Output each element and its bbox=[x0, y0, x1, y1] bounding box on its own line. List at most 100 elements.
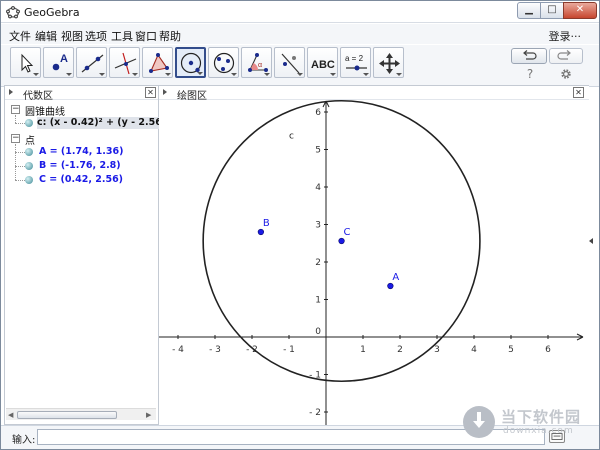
menu-bar: 文件 编辑 视图 选项 工具 窗口 帮助 登录··· bbox=[1, 24, 599, 44]
tool-slider[interactable]: a = 2 bbox=[340, 47, 371, 78]
tree-line bbox=[15, 180, 25, 181]
tool-circle-three-points[interactable] bbox=[208, 47, 239, 78]
tool-text-label: ABC bbox=[311, 59, 335, 71]
menu-file[interactable]: 文件 bbox=[9, 28, 31, 44]
tool-move-graphics-view[interactable] bbox=[373, 47, 404, 78]
tree-line bbox=[15, 115, 16, 123]
x-tick-label: 1 bbox=[360, 345, 366, 355]
gear-icon[interactable] bbox=[559, 67, 573, 81]
tool-move[interactable] bbox=[10, 47, 41, 78]
login-link[interactable]: 登录··· bbox=[549, 28, 582, 44]
y-tick-label: 1 bbox=[315, 296, 321, 306]
x-tick-label: - 1 bbox=[283, 345, 295, 355]
tool-reflect[interactable] bbox=[274, 47, 305, 78]
toolbar: A α ABC a = 2 ? bbox=[1, 45, 599, 87]
point-a-definition[interactable]: A = (1.74, 1.36) bbox=[39, 146, 123, 157]
point-b[interactable] bbox=[257, 228, 264, 236]
scroll-left-icon[interactable]: ◀ bbox=[8, 411, 13, 419]
point-a[interactable] bbox=[387, 282, 394, 290]
point-c-definition[interactable]: C = (0.42, 2.56) bbox=[39, 174, 123, 185]
tree-line bbox=[15, 123, 25, 124]
title-bar: GeoGebra ▁ □ ✕ bbox=[1, 1, 599, 23]
svg-text:α: α bbox=[258, 62, 262, 69]
points-group-label: 点 bbox=[25, 136, 35, 147]
point-b-definition[interactable]: B = (-1.76, 2.8) bbox=[39, 160, 121, 171]
algebra-view-title: 代数区 bbox=[23, 91, 53, 102]
watermark: 当下软件园 downxia.com bbox=[461, 404, 586, 444]
tool-circle-center-point[interactable] bbox=[175, 47, 206, 78]
watermark-domain: downxia.com bbox=[503, 426, 574, 436]
algebra-view: 代数区 ✕ − 圆锥曲线 c: (x - 0.42)² + (y - 2.56)… bbox=[4, 85, 159, 425]
scroll-right-icon[interactable]: ▶ bbox=[146, 411, 151, 419]
menu-tools[interactable]: 工具 bbox=[111, 28, 133, 44]
coordinate-plane[interactable]: - 4- 3- 2- 1 1 2 3 4 5 6654321- 1- 20 c ABC bbox=[159, 86, 589, 425]
input-label: 输入: bbox=[12, 435, 36, 446]
y-tick-label: 5 bbox=[315, 146, 321, 156]
graphics-view[interactable]: 绘图区 ✕ - 4- 3- 2- 1123456654321- 1- 20 c … bbox=[159, 85, 589, 425]
tool-text[interactable]: ABC bbox=[307, 47, 338, 78]
download-arrow-icon bbox=[473, 412, 485, 428]
point-a-label: A bbox=[392, 272, 399, 283]
algebra-horizontal-scrollbar[interactable]: ◀ ▶ bbox=[6, 408, 156, 420]
tree-line bbox=[15, 152, 25, 153]
origin-label: 0 bbox=[315, 327, 321, 337]
collapse-arrow-icon[interactable] bbox=[9, 89, 13, 95]
x-tick-label: 3 bbox=[434, 345, 440, 355]
collapse-arrow-icon[interactable] bbox=[163, 89, 167, 95]
close-button[interactable]: ✕ bbox=[563, 2, 597, 19]
conics-group-toggle[interactable]: − bbox=[11, 105, 20, 114]
graphics-view-title: 绘图区 bbox=[177, 91, 207, 102]
tool-perpendicular[interactable] bbox=[109, 47, 140, 78]
point-b-visibility-toggle[interactable] bbox=[25, 162, 33, 170]
tool-line[interactable] bbox=[76, 47, 107, 78]
x-tick-label: 6 bbox=[545, 345, 551, 355]
point-c-label: C bbox=[344, 227, 351, 238]
close-algebra-view-button[interactable]: ✕ bbox=[145, 87, 156, 98]
x-tick-label: 4 bbox=[471, 345, 477, 355]
circle-c-definition[interactable]: c: (x - 0.42)² + (y - 2.56)² = 14 bbox=[37, 117, 159, 129]
x-tick-label: - 2 bbox=[246, 345, 258, 355]
circle-c-visibility-toggle[interactable] bbox=[25, 119, 33, 127]
graphics-view-header: 绘图区 ✕ bbox=[159, 86, 589, 102]
menu-edit[interactable]: 编辑 bbox=[35, 28, 57, 44]
tool-angle[interactable]: α bbox=[241, 47, 272, 78]
expand-sidebar-icon[interactable] bbox=[589, 238, 593, 244]
scrollbar-thumb[interactable] bbox=[17, 411, 117, 419]
tool-point-label: A bbox=[60, 53, 68, 65]
y-tick-label: 4 bbox=[315, 183, 321, 193]
point-b-label: B bbox=[263, 218, 270, 229]
y-tick-label: 3 bbox=[315, 221, 321, 231]
point-c-visibility-toggle[interactable] bbox=[25, 176, 33, 184]
tool-polygon[interactable] bbox=[142, 47, 173, 78]
menu-view[interactable]: 视图 bbox=[61, 28, 83, 44]
x-tick-label: - 4 bbox=[172, 345, 184, 355]
help-icon[interactable]: ? bbox=[523, 67, 537, 81]
y-tick-label: 6 bbox=[315, 108, 321, 118]
maximize-button[interactable]: □ bbox=[540, 2, 564, 19]
tool-new-point[interactable]: A bbox=[43, 47, 74, 78]
points-group-toggle[interactable]: − bbox=[11, 134, 20, 143]
x-tick-label: 2 bbox=[397, 345, 403, 355]
x-tick-label: - 3 bbox=[209, 345, 221, 355]
point-c[interactable] bbox=[338, 237, 345, 245]
y-tick-label: 2 bbox=[315, 258, 321, 268]
point-a-visibility-toggle[interactable] bbox=[25, 148, 33, 156]
conics-group-label: 圆锥曲线 bbox=[25, 107, 65, 118]
undo-button[interactable] bbox=[511, 48, 547, 64]
minimize-button[interactable]: ▁ bbox=[517, 2, 541, 19]
circle-c-label: c bbox=[289, 131, 294, 141]
geogebra-logo-icon bbox=[6, 6, 20, 19]
redo-icon bbox=[557, 50, 571, 60]
tool-slider-label: a = 2 bbox=[345, 54, 364, 63]
close-graphics-view-button[interactable]: ✕ bbox=[573, 87, 584, 98]
menu-help[interactable]: 帮助 bbox=[159, 28, 181, 44]
tree-line bbox=[15, 166, 25, 167]
menu-options[interactable]: 选项 bbox=[85, 28, 107, 44]
y-tick-label: - 2 bbox=[309, 408, 321, 418]
menu-window[interactable]: 窗口 bbox=[135, 28, 157, 44]
x-tick-label: 5 bbox=[508, 345, 514, 355]
algebra-view-header: 代数区 ✕ bbox=[5, 86, 158, 102]
geogebra-window: GeoGebra ▁ □ ✕ 文件 编辑 视图 选项 工具 窗口 帮助 登录··… bbox=[0, 0, 600, 450]
redo-button[interactable] bbox=[549, 48, 583, 64]
window-title: GeoGebra bbox=[24, 6, 80, 19]
